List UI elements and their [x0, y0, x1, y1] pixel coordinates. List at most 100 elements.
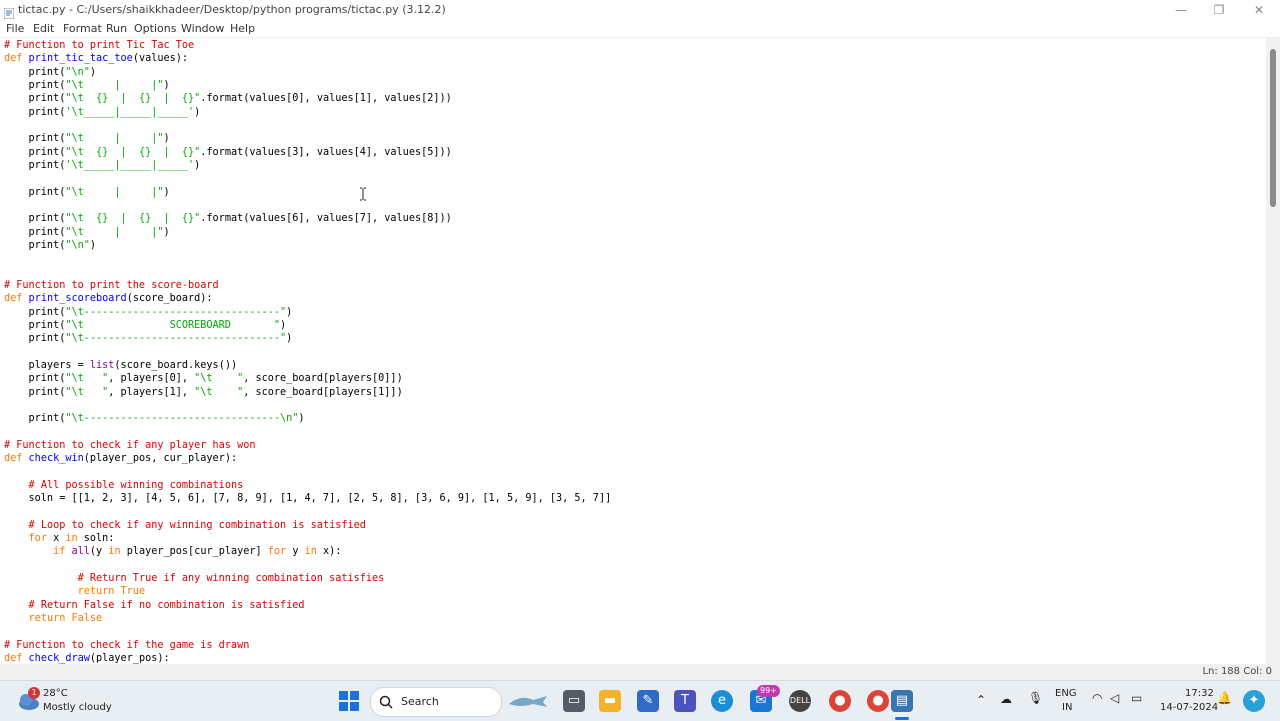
code-line[interactable]: print("\t {} | {} | {}".format(values[6]…	[4, 213, 452, 224]
code-line[interactable]: if all(y in player_pos[cur_player] for y…	[4, 546, 341, 557]
code-line[interactable]: print("\t-------------------------------…	[4, 306, 293, 318]
search-label: Search	[401, 695, 439, 708]
code-line[interactable]: # Return False if no combination is sati…	[4, 600, 305, 611]
code-line[interactable]: players = list(score_board.keys())	[4, 360, 238, 371]
language-region[interactable]: IN	[1062, 702, 1072, 713]
code-line[interactable]: print("\t | |")	[4, 133, 170, 144]
code-token: print(	[4, 333, 66, 345]
code-line[interactable]: def check_draw(player_pos):	[4, 653, 170, 664]
weather-widget[interactable]: 1 28°C Mostly cloudy	[14, 686, 154, 718]
code-line[interactable]: print('\t_____|_____|_____')	[4, 107, 201, 118]
code-token: print(	[4, 226, 66, 238]
code-token: in	[65, 533, 78, 545]
show-hidden-icons-chevron-icon[interactable]: ⌃	[976, 693, 986, 707]
code-line[interactable]: print("\t-------------------------------…	[4, 413, 305, 424]
weather-badge: 1	[28, 687, 40, 699]
code-token: print(	[4, 306, 66, 318]
code-token: )	[163, 79, 170, 91]
code-line[interactable]: soln = [[1, 2, 3], [4, 5, 6], [7, 8, 9],…	[4, 493, 612, 504]
chrome-profile-icon[interactable]: ●	[867, 690, 889, 712]
vertical-scrollbar[interactable]	[1266, 37, 1280, 664]
edge-icon[interactable]: e	[711, 690, 733, 712]
code-token: "\t "	[194, 373, 244, 385]
minimize-button[interactable]: —	[1162, 0, 1200, 20]
task-view-icon[interactable]: ▭	[563, 690, 585, 712]
code-line[interactable]: def check_win(player_pos, cur_player):	[4, 453, 237, 464]
code-line[interactable]: print("\t | |")	[4, 187, 170, 198]
code-line[interactable]: return True	[4, 586, 145, 597]
scrollbar-thumb[interactable]	[1270, 49, 1276, 207]
code-text[interactable]: # Function to print Tic Tac Toe def prin…	[4, 39, 611, 665]
code-line[interactable]: print("\t | |")	[4, 80, 170, 91]
code-line[interactable]: # Function to check if any player has wo…	[4, 440, 255, 451]
code-token: print(	[4, 133, 66, 145]
code-token: )	[163, 186, 170, 198]
chrome-icon[interactable]: ●	[829, 690, 851, 712]
menu-run[interactable]: Run	[106, 22, 127, 35]
menu-help[interactable]: Help	[230, 22, 255, 35]
code-line[interactable]: print('\t_____|_____|_____')	[4, 159, 201, 171]
code-line[interactable]: # Return True if any winning combination…	[4, 573, 385, 584]
menu-window[interactable]: Window	[181, 22, 224, 35]
status-bar: Ln: 188 Col: 0	[0, 664, 1280, 680]
code-line[interactable]: print("\n")	[4, 240, 97, 251]
code-line[interactable]: print("\t {} | {} | {}".format(values[3]…	[4, 147, 452, 158]
idle-python-icon[interactable]: ▤	[891, 690, 913, 712]
menu-edit[interactable]: Edit	[33, 22, 54, 35]
code-line[interactable]: print("\t SCOREBOARD ")	[4, 319, 287, 331]
code-line[interactable]: print("\t ", players[1], "\t ", score_bo…	[4, 387, 403, 398]
wifi-icon[interactable]: ◠	[1092, 691, 1102, 705]
code-editor[interactable]: # Function to print Tic Tac Toe def prin…	[0, 37, 1266, 665]
code-token: print(	[4, 146, 66, 158]
close-button[interactable]: ✕	[1240, 0, 1278, 20]
copilot-icon[interactable]: ✦	[1243, 690, 1265, 712]
code-line[interactable]: # Function to print the score-board	[4, 280, 219, 291]
code-line[interactable]: # Function to check if the game is drawn	[4, 640, 249, 651]
code-line[interactable]: print("\t {} | {} | {}".format(values[0]…	[4, 93, 452, 104]
code-line[interactable]: def print_tic_tac_toe(values):	[4, 53, 188, 64]
code-token: "\t {} | {} | {}"	[65, 93, 201, 105]
code-token: in	[108, 546, 121, 558]
code-token: in	[304, 546, 317, 558]
code-token: (score_board):	[126, 293, 213, 305]
code-token: "\t {} | {} | {}"	[65, 146, 201, 158]
teams-icon[interactable]: T	[674, 690, 696, 712]
menu-options[interactable]: Options	[134, 22, 176, 35]
code-token: print_tic_tac_toe	[28, 53, 133, 65]
code-token: '\t_____|_____|_____'	[65, 159, 195, 171]
code-token: "\t | |"	[65, 186, 164, 198]
code-line[interactable]: print("\t | |")	[4, 227, 170, 238]
code-line[interactable]: return False	[4, 613, 103, 624]
onedrive-cloud-icon[interactable]: ☁	[1000, 692, 1012, 706]
code-line[interactable]: # Loop to check if any winning combinati…	[4, 520, 366, 531]
menu-file[interactable]: File	[6, 22, 24, 35]
code-line[interactable]: print("\t ", players[0], "\t ", score_bo…	[4, 373, 403, 384]
mail-badge: 99+	[757, 685, 780, 697]
taskbar-search[interactable]: Search	[370, 687, 547, 717]
code-line[interactable]: for x in soln:	[4, 533, 115, 545]
volume-icon[interactable]: ◁	[1110, 691, 1119, 705]
code-token: "\t SCOREBOARD "	[65, 319, 281, 331]
dell-icon[interactable]: DELL	[789, 690, 811, 712]
code-line[interactable]: print("\n")	[4, 67, 97, 78]
clock-date[interactable]: 14-07-2024	[1160, 702, 1218, 713]
code-token: , players[1],	[108, 386, 195, 398]
code-line[interactable]: # All possible winning combinations	[4, 480, 244, 491]
maximize-button[interactable]: ❐	[1200, 0, 1238, 20]
code-line[interactable]: print("\t-------------------------------…	[4, 333, 293, 345]
code-line[interactable]: def print_scoreboard(score_board):	[4, 293, 213, 304]
start-button[interactable]	[338, 690, 360, 712]
code-token: for	[267, 546, 287, 558]
language-code[interactable]: ENG	[1055, 688, 1077, 699]
notification-bell-icon[interactable]: 🔔	[1217, 691, 1232, 705]
notepad-icon[interactable]: ✎	[637, 690, 659, 712]
clock-time[interactable]: 17:32	[1185, 688, 1214, 699]
battery-icon[interactable]: ▭	[1131, 691, 1142, 705]
microphone-icon[interactable]: 🎙	[1028, 691, 1043, 705]
code-line[interactable]: # Function to print Tic Tac Toe	[4, 40, 194, 51]
menu-format[interactable]: Format	[63, 22, 102, 35]
file-explorer-icon[interactable]: ▬	[599, 690, 621, 712]
